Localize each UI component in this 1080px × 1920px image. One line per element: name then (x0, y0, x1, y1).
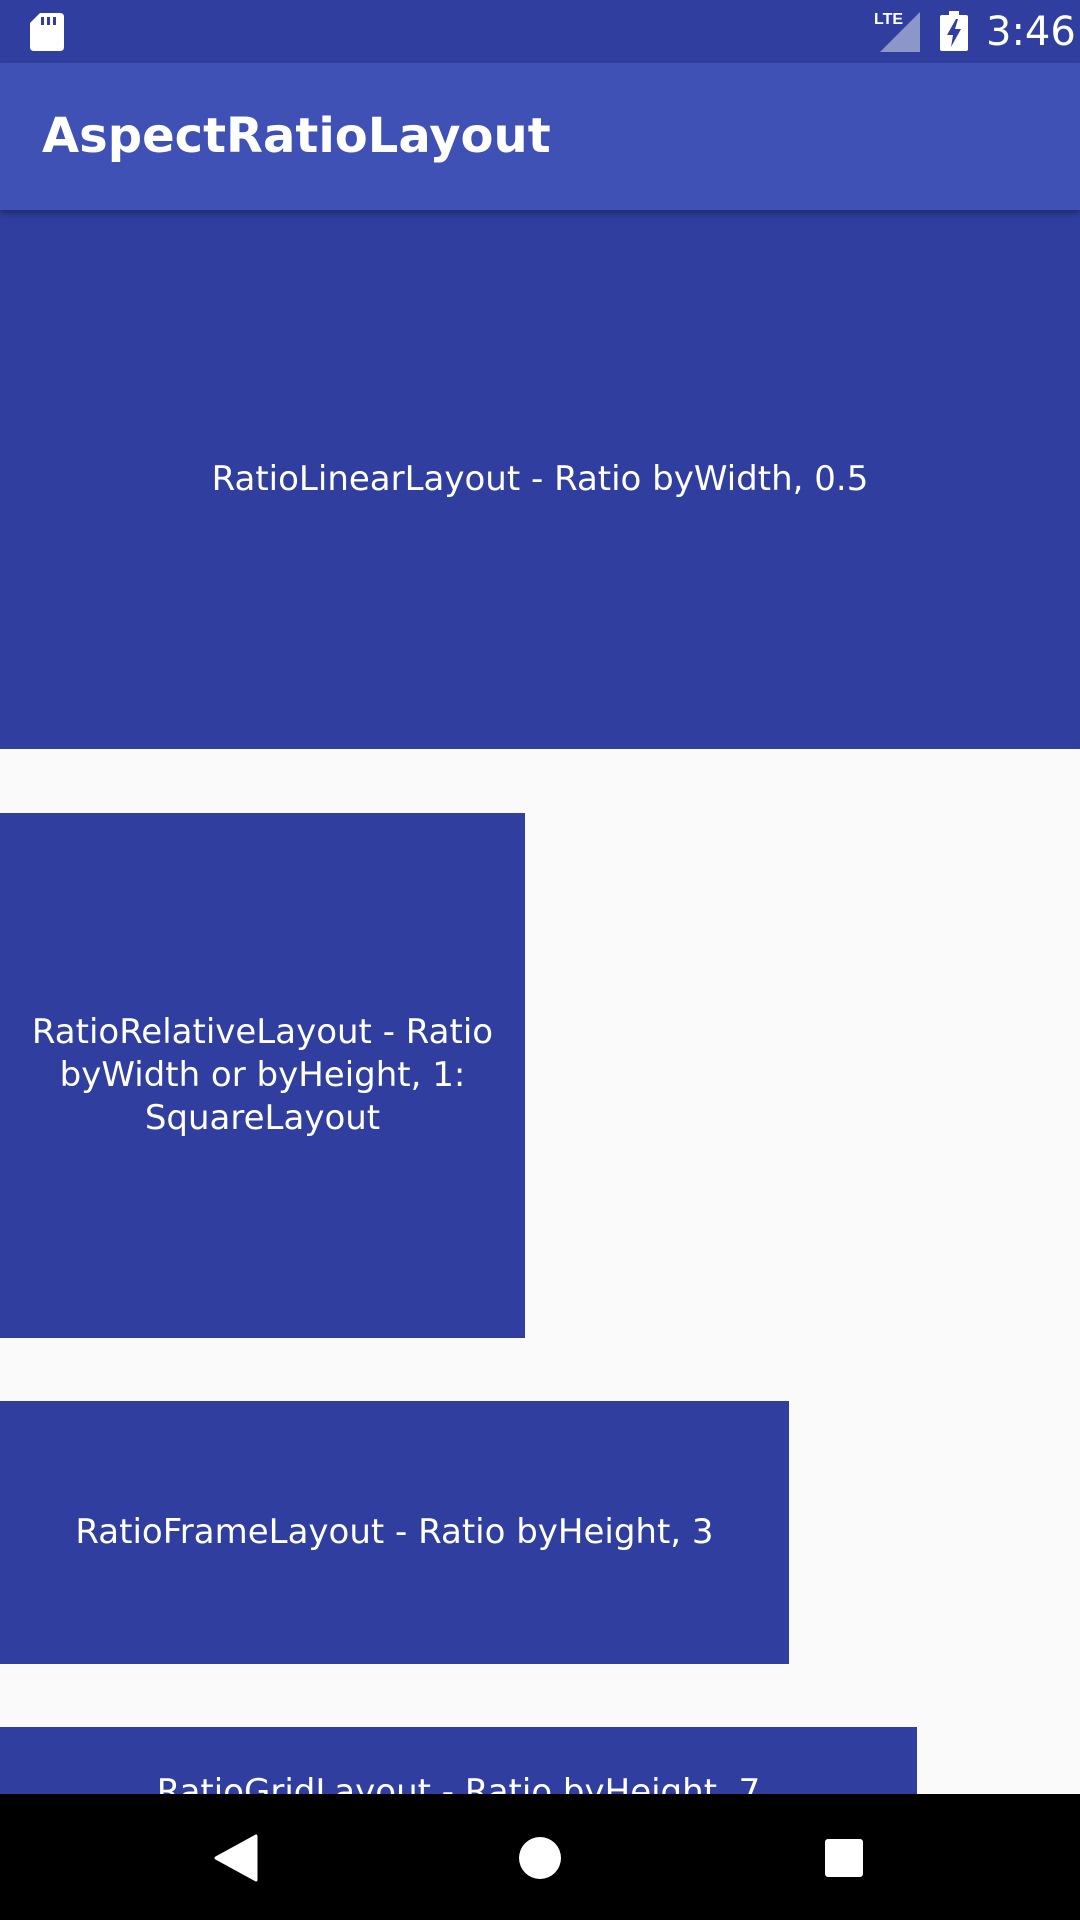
ratio-linear-layout-block: RatioLinearLayout - Ratio byWidth, 0.5 (0, 210, 1080, 749)
block-label: RatioFrameLayout - Ratio byHeight, 3 (75, 1512, 714, 1552)
status-bar: LTE 3:46 (0, 0, 1080, 63)
block-label: RatioRelativeLayout - Ratio byWidth or b… (32, 1011, 493, 1140)
lte-signal-icon: LTE (874, 11, 920, 52)
lte-label: LTE (874, 11, 903, 28)
recents-icon[interactable] (825, 1839, 863, 1877)
block-label-line: RatioRelativeLayout - Ratio (31, 1012, 494, 1052)
app-bar: AspectRatioLayout (0, 63, 1080, 210)
sd-card-icon (30, 13, 64, 51)
ratio-relative-layout-block: RatioRelativeLayout - Ratio byWidth or b… (0, 813, 525, 1338)
block-label-line: SquareLayout (144, 1098, 381, 1138)
app-title: AspectRatioLayout (42, 108, 551, 164)
ratio-frame-layout-block: RatioFrameLayout - Ratio byHeight, 3 (0, 1401, 789, 1664)
block-label-line: byWidth or byHeight, 1: (59, 1055, 466, 1095)
back-icon[interactable] (214, 1834, 258, 1882)
battery-charging-icon (940, 11, 968, 51)
block-label: RatioLinearLayout - Ratio byWidth, 0.5 (211, 459, 869, 499)
screen: LTE 3:46 AspectRatioLayout RatioLinearLa… (0, 0, 1080, 1920)
navigation-bar (0, 1794, 1080, 1920)
home-icon[interactable] (519, 1837, 561, 1879)
status-time: 3:46 (986, 9, 1076, 55)
